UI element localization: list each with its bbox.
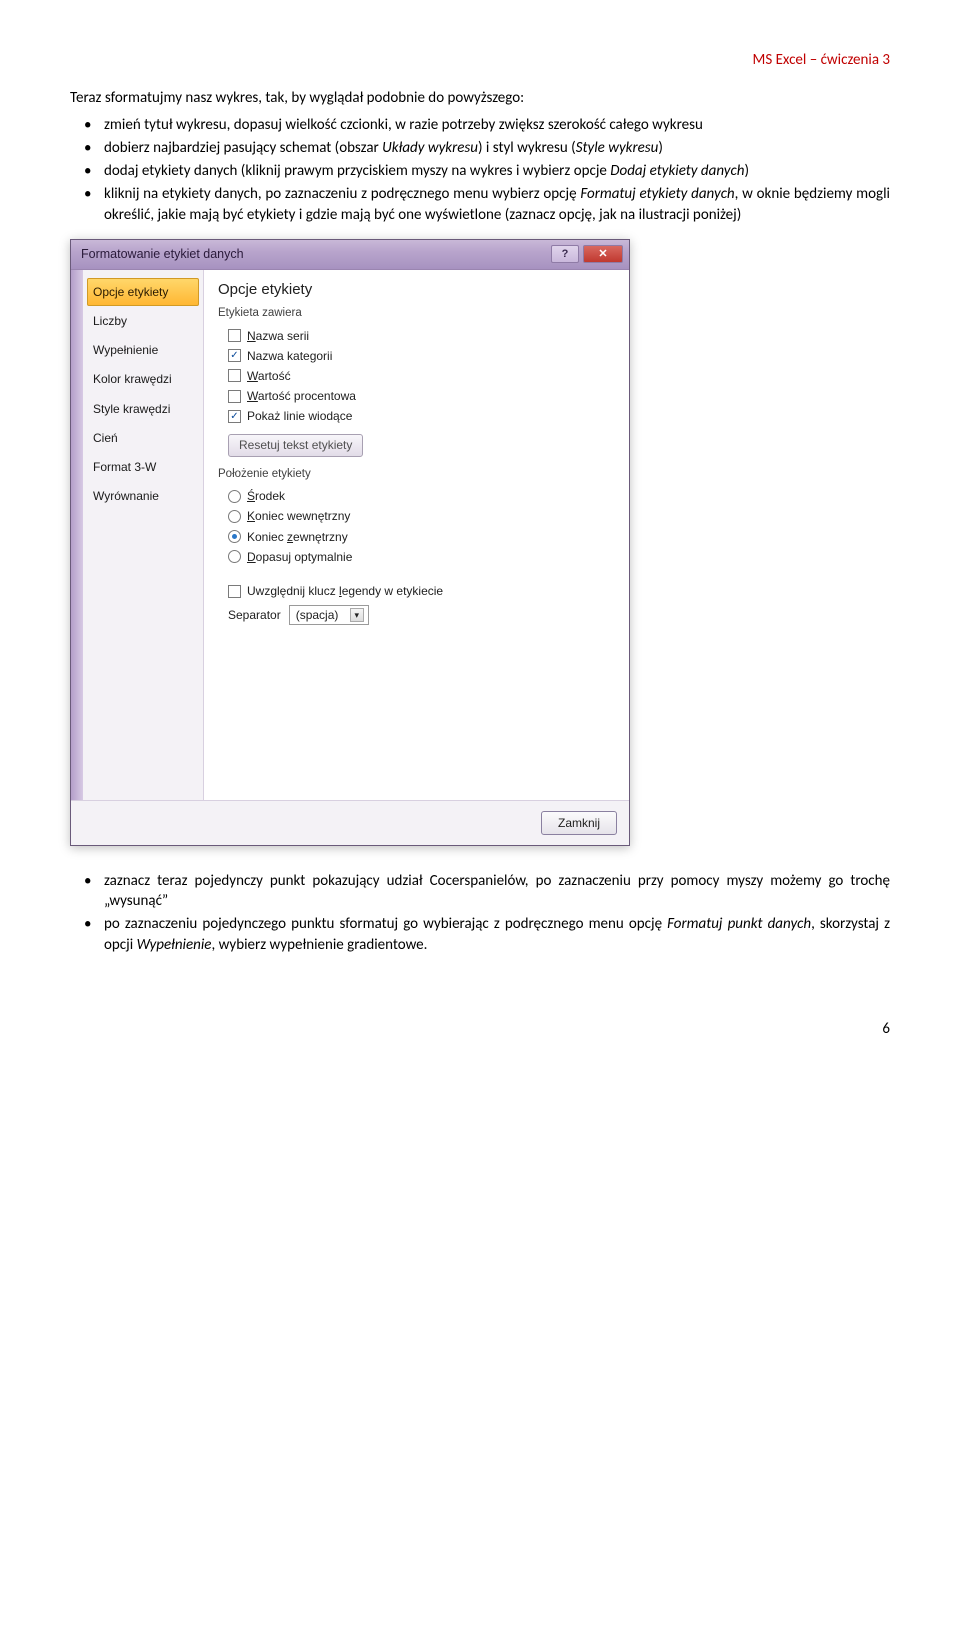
- sidebar-item-alignment[interactable]: Wyrównanie: [87, 482, 199, 510]
- sidebar-item-label-options[interactable]: Opcje etykiety: [87, 278, 199, 306]
- checkbox-icon: [228, 329, 241, 342]
- radio-outside-end[interactable]: Koniec zewnętrzny: [228, 529, 615, 545]
- checkbox-legend-key[interactable]: Uwzględnij klucz legendy w etykiecie: [228, 583, 615, 599]
- separator-label: Separator: [228, 607, 281, 623]
- dialog-title: Formatowanie etykiet danych: [81, 246, 244, 263]
- checkbox-value[interactable]: Wartość: [228, 368, 615, 384]
- group-label-position: Położenie etykiety: [218, 467, 615, 483]
- dialog-footer: Zamknij: [71, 800, 629, 845]
- dialog-screenshot: Formatowanie etykiet danych ? ✕ Opcje et…: [70, 239, 890, 846]
- radio-icon: [228, 550, 241, 563]
- dialog-titlebar: Formatowanie etykiet danych ? ✕: [71, 240, 629, 270]
- pane-title: Opcje etykiety: [218, 280, 615, 300]
- bullet-list-bottom: zaznacz teraz pojedynczy punkt pokazując…: [70, 871, 890, 955]
- sidebar-item-fill[interactable]: Wypełnienie: [87, 336, 199, 364]
- sidebar-item-border-styles[interactable]: Style krawędzi: [87, 395, 199, 423]
- titlebar-close-button[interactable]: ✕: [583, 245, 623, 263]
- checkbox-icon: [228, 585, 241, 598]
- sidebar-item-shadow[interactable]: Cień: [87, 424, 199, 452]
- separator-combo[interactable]: (spacja) ▾: [289, 605, 369, 625]
- radio-icon: [228, 510, 241, 523]
- bullet-list-top: zmień tytuł wykresu, dopasuj wielkość cz…: [70, 115, 890, 225]
- checkbox-icon: ✓: [228, 349, 241, 362]
- radio-center[interactable]: Środek: [228, 488, 615, 504]
- titlebar-help-button[interactable]: ?: [551, 245, 579, 263]
- sidebar-item-numbers[interactable]: Liczby: [87, 307, 199, 335]
- dialog-main-pane: Opcje etykiety Etykieta zawiera Nazwa se…: [203, 270, 629, 800]
- radio-icon: [228, 490, 241, 503]
- checkbox-icon: [228, 390, 241, 403]
- reset-label-text-button[interactable]: Resetuj tekst etykiety: [228, 434, 363, 456]
- list-item: kliknij na etykiety danych, po zaznaczen…: [104, 184, 890, 225]
- chevron-down-icon: ▾: [350, 608, 364, 622]
- radio-best-fit[interactable]: Dopasuj optymalnie: [228, 549, 615, 565]
- close-button[interactable]: Zamknij: [541, 811, 617, 835]
- checkbox-icon: [228, 369, 241, 382]
- combo-value: (spacja): [296, 607, 339, 623]
- checkbox-leader-lines[interactable]: ✓ Pokaż linie wiodące: [228, 408, 615, 424]
- dialog-sidebar: Opcje etykiety Liczby Wypełnienie Kolor …: [83, 270, 203, 800]
- checkbox-category-name[interactable]: ✓ Nazwa kategorii: [228, 348, 615, 364]
- sidebar-item-border-color[interactable]: Kolor krawędzi: [87, 365, 199, 393]
- format-data-labels-dialog: Formatowanie etykiet danych ? ✕ Opcje et…: [70, 239, 630, 846]
- radio-icon: [228, 530, 241, 543]
- group-label-contains: Etykieta zawiera: [218, 306, 615, 322]
- radio-inside-end[interactable]: Koniec wewnętrzny: [228, 508, 615, 524]
- sidebar-item-3d-format[interactable]: Format 3-W: [87, 453, 199, 481]
- list-item: zmień tytuł wykresu, dopasuj wielkość cz…: [104, 115, 890, 135]
- intro-paragraph: Teraz sformatujmy nasz wykres, tak, by w…: [70, 88, 890, 108]
- checkbox-percent[interactable]: Wartość procentowa: [228, 388, 615, 404]
- page-number: 6: [0, 999, 960, 1069]
- checkbox-series-name[interactable]: Nazwa serii: [228, 328, 615, 344]
- list-item: po zaznaczeniu pojedynczego punktu sform…: [104, 914, 890, 955]
- list-item: dodaj etykiety danych (kliknij prawym pr…: [104, 161, 890, 181]
- list-item: zaznacz teraz pojedynczy punkt pokazując…: [104, 871, 890, 912]
- dialog-left-decor: [71, 270, 83, 800]
- list-item: dobierz najbardziej pasujący schemat (ob…: [104, 138, 890, 158]
- page-header: MS Excel – ćwiczenia 3: [70, 50, 890, 70]
- checkbox-icon: ✓: [228, 410, 241, 423]
